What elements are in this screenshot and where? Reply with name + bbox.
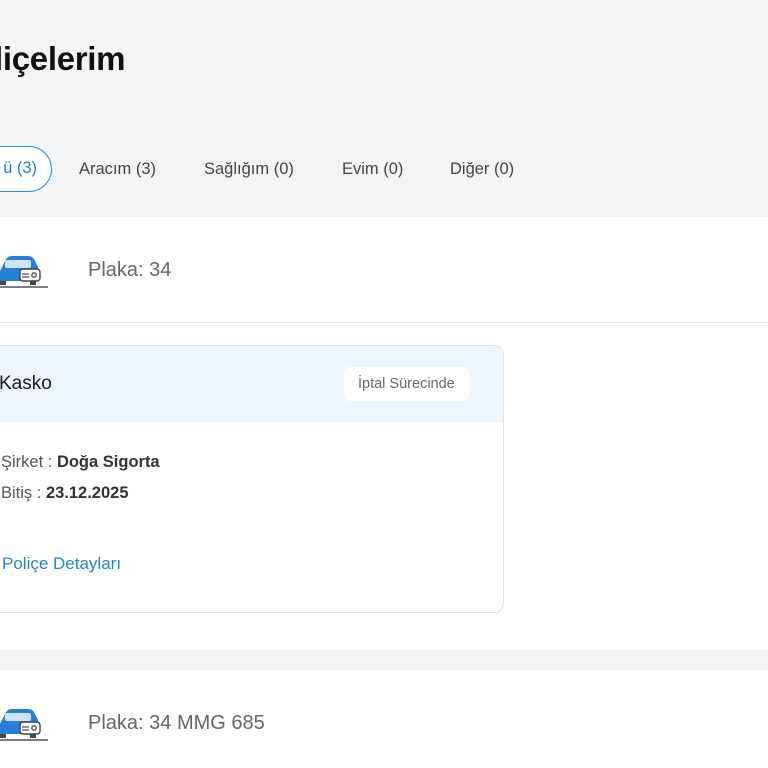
end-date-value: 23.12.2025 — [45, 484, 129, 502]
end-date-label: Bitiş : — [1, 484, 46, 502]
tab-health[interactable]: Sağlığım (0) — [204, 146, 294, 192]
tab-home[interactable]: Evim (0) — [342, 146, 403, 192]
tab-all[interactable]: ü (3) — [0, 146, 52, 192]
vehicle-header: Plaka: 34 MMG 685 — [0, 670, 768, 768]
vehicle-section: Plaka: 34 MMG 685 — [0, 670, 768, 768]
page-title: liçelerim — [0, 40, 126, 77]
vehicle-header: Plaka: 34 — [0, 217, 768, 323]
car-icon — [0, 256, 48, 288]
policy-card-header: Kasko İptal Sürecinde — [0, 346, 503, 422]
policy-details-link[interactable]: Poliçe Detayları — [2, 554, 121, 574]
plate-number: Plaka: 34 MMG 685 — [88, 712, 265, 734]
tab-other[interactable]: Diğer (0) — [450, 146, 514, 192]
company-row: Şirket : Doğa Sigorta — [1, 453, 160, 472]
end-date-row: Bitiş : 23.12.2025 — [1, 484, 129, 503]
policy-category-tabs: ü (3) Aracım (3) Sağlığım (0) Evim (0) D… — [0, 146, 768, 192]
car-icon — [0, 709, 48, 741]
tab-vehicle[interactable]: Aracım (3) — [79, 146, 156, 192]
company-value: Doğa Sigorta — [56, 453, 160, 471]
plate-number: Plaka: 34 — [88, 259, 172, 281]
policy-card: Kasko İptal Sürecinde Şirket : Doğa Sigo… — [0, 345, 504, 613]
policy-type: Kasko — [0, 373, 52, 394]
company-label: Şirket : — [1, 453, 57, 471]
status-badge: İptal Sürecinde — [344, 367, 469, 401]
vehicle-section: Plaka: 34 Kasko İptal Sürecinde Şirket :… — [0, 217, 768, 650]
